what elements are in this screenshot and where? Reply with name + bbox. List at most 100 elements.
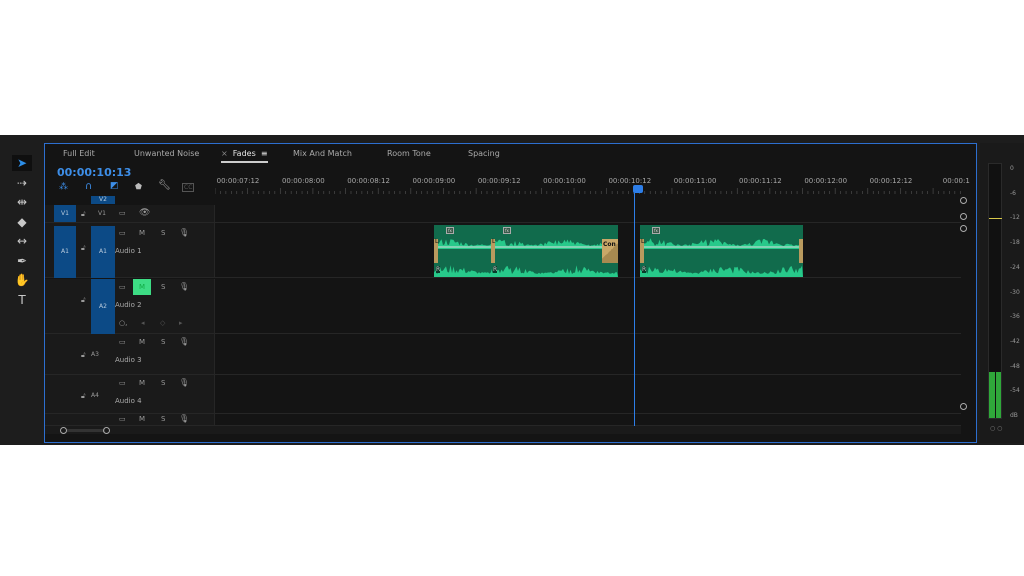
ripple-edit-tool[interactable]: ⇹ (12, 194, 32, 210)
close-tab-icon[interactable]: × (221, 149, 230, 158)
v1-source-patch[interactable]: V1 (54, 205, 76, 222)
wrench-icon[interactable]: 🔧︎ (158, 180, 171, 191)
track-select-tool[interactable]: ⇢ (12, 175, 32, 191)
ruler-label: 00:00:09:00 (412, 177, 456, 185)
prev-keyframe-icon[interactable]: ◂ (141, 319, 145, 327)
zoom-handle-right[interactable] (103, 427, 110, 434)
microphone-icon[interactable]: 🎙︎ (179, 228, 189, 237)
audio-clip[interactable]: fx L R (640, 225, 803, 277)
solo-button[interactable]: S (161, 229, 165, 237)
hand-tool[interactable]: ✋ (12, 272, 32, 288)
lock-icon[interactable]: 🔓︎ (81, 210, 86, 219)
solo-button[interactable]: S (161, 338, 165, 346)
mute-button[interactable]: M (139, 415, 145, 423)
constant-power-transition[interactable]: Con (602, 239, 618, 263)
solo-buttons[interactable]: ○ ○ (990, 425, 1002, 432)
selection-tool[interactable]: ➤ (12, 155, 32, 171)
solo-button[interactable]: S (161, 415, 165, 423)
solo-button[interactable]: S (161, 379, 165, 387)
slip-tool[interactable]: ↔ (12, 233, 32, 249)
meter-scale-label: -12 (1010, 214, 1020, 222)
tab-fades[interactable]: × Fades ≡ (221, 149, 268, 163)
track-target[interactable]: A3 (91, 351, 115, 358)
toggle-sync-lock-icon[interactable]: ▭ (119, 415, 126, 423)
v2-target[interactable]: V2 (91, 196, 115, 204)
lock-icon[interactable]: 🔓︎ (81, 296, 86, 305)
microphone-icon[interactable]: 🎙︎ (179, 378, 189, 387)
captions-icon[interactable]: CC (182, 183, 195, 192)
tab-unwanted-noise[interactable]: Unwanted Noise (134, 149, 199, 158)
track-a2: 🔓︎ A2 ▭ M S 🎙︎ Audio 2 ○, ◂ ◇ ▸ (45, 279, 961, 334)
next-keyframe-icon[interactable]: ▸ (179, 319, 183, 327)
keyframe-menu-icon[interactable]: ○, (119, 319, 127, 327)
meter-scale-label: -18 (1010, 239, 1020, 247)
tab-room-tone[interactable]: Room Tone (387, 149, 431, 158)
microphone-icon[interactable]: 🎙︎ (179, 337, 189, 346)
tab-spacing[interactable]: Spacing (468, 149, 500, 158)
nest-sequences-icon[interactable]: ⁂ (59, 182, 68, 192)
toggle-sync-lock-icon[interactable]: ▭ (119, 338, 126, 346)
solo-button[interactable]: S (161, 283, 165, 291)
toggle-sync-lock-icon[interactable]: ▭ (119, 209, 126, 217)
toggle-sync-lock-icon[interactable]: ▭ (119, 229, 126, 237)
track-target[interactable]: A4 (91, 392, 115, 399)
a1-source-patch[interactable]: A1 (54, 226, 76, 278)
track-a3: 🔓︎ A3 ▭ M S 🎙︎ Audio 3 (45, 334, 961, 375)
mute-button[interactable]: M (139, 229, 145, 237)
add-marker-icon[interactable]: ⬟ (135, 182, 142, 191)
playhead-handle[interactable] (633, 185, 643, 193)
fx-badge[interactable]: fx (446, 227, 454, 234)
track-name: Audio 4 (115, 397, 142, 405)
toggle-sync-lock-icon[interactable]: ▭ (119, 379, 126, 387)
channel-label: R (493, 266, 498, 273)
lock-icon[interactable]: 🔓︎ (81, 244, 86, 253)
playhead-line (634, 193, 635, 426)
linked-selection-icon[interactable]: ◩ (110, 181, 119, 191)
track-header: 🔓︎ A2 ▭ M S 🎙︎ Audio 2 ○, ◂ ◇ ▸ (45, 279, 215, 334)
track-target[interactable]: A1 (91, 226, 115, 278)
time-ruler-ticks[interactable] (215, 188, 961, 194)
horizontal-scrollbar[interactable] (45, 426, 961, 434)
fx-badge[interactable]: fx (503, 227, 511, 234)
audio-clip[interactable]: fx L R (434, 225, 491, 277)
playhead-timecode[interactable]: 00:00:10:13 (57, 166, 131, 179)
zoom-handle-left[interactable] (60, 427, 67, 434)
track-header: 🔓︎ A4 ▭ M S 🎙︎ Audio 4 (45, 375, 215, 413)
audio-clip[interactable]: fx L R Con (491, 225, 618, 277)
vscroll-handle[interactable] (960, 225, 967, 232)
channel-label: R (642, 266, 647, 273)
transition-handle[interactable] (799, 239, 803, 263)
snap-icon[interactable]: ∩ (85, 181, 92, 192)
tab-full-edit[interactable]: Full Edit (63, 149, 95, 158)
mute-button[interactable]: M (139, 338, 145, 346)
meter-scale-label: dB (1010, 412, 1018, 419)
fx-badge[interactable]: fx (652, 227, 660, 234)
audio-meter: 0 -6 -12 -18 -24 -30 -36 -42 -48 -54 dB ○ ○ (980, 143, 1024, 443)
vscroll-handle[interactable] (960, 213, 967, 220)
razor-tool[interactable]: ◆ (12, 214, 32, 230)
vscroll-handle[interactable] (960, 197, 967, 204)
track-target[interactable]: A2 (91, 279, 115, 334)
microphone-icon[interactable]: 🎙︎ (179, 282, 189, 291)
meter-scale-label: -36 (1010, 313, 1020, 321)
ruler-label: 00:00:1 (942, 177, 970, 185)
track-a4: 🔓︎ A4 ▭ M S 🎙︎ Audio 4 (45, 375, 961, 414)
panel-menu-icon[interactable]: ≡ (258, 149, 268, 158)
toggle-sync-lock-icon[interactable]: ▭ (119, 283, 126, 291)
add-keyframe-icon[interactable]: ◇ (160, 319, 165, 327)
lock-icon[interactable]: 🔓︎ (81, 392, 86, 401)
vscroll-handle[interactable] (960, 403, 967, 410)
pen-tool[interactable]: ✒ (12, 253, 32, 269)
eye-icon[interactable]: 👁︎ (139, 208, 150, 218)
channel-label: L (492, 238, 496, 245)
meter-scale-label: -48 (1010, 362, 1020, 370)
track-id[interactable]: V1 (98, 210, 106, 217)
type-tool[interactable]: T (12, 292, 32, 308)
mute-button[interactable]: M (139, 379, 145, 387)
tab-mix-and-match[interactable]: Mix And Match (293, 149, 352, 158)
mute-button[interactable]: M (133, 279, 151, 295)
microphone-icon[interactable]: 🎙︎ (179, 414, 189, 423)
lock-icon[interactable]: 🔓︎ (81, 351, 86, 360)
ruler-label: 00:00:11:00 (673, 177, 717, 185)
ruler-label: 00:00:07:12 (216, 177, 260, 185)
